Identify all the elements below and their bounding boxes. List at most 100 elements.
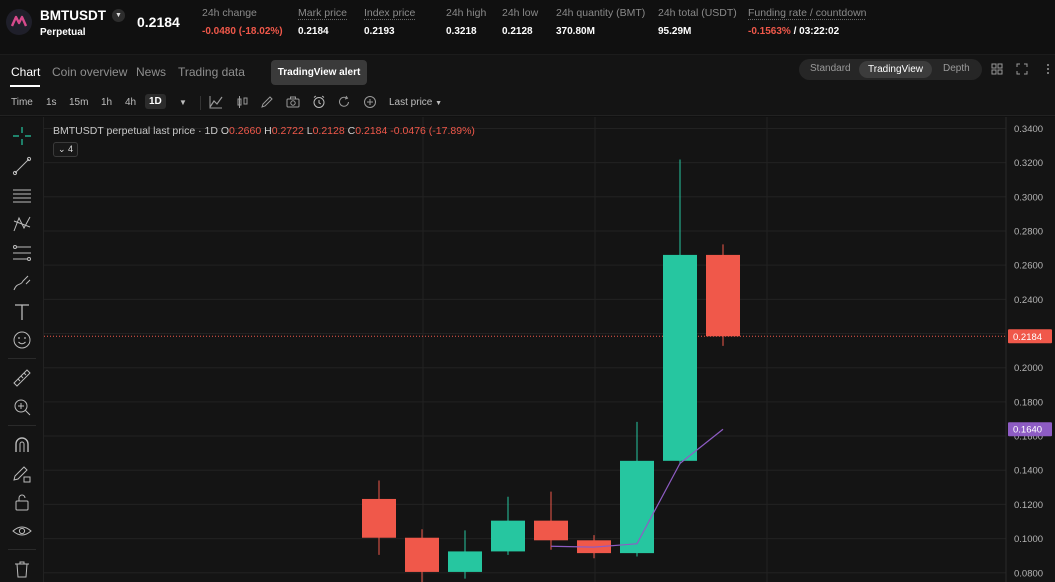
tools-divider (8, 425, 36, 426)
layout-grid-icon[interactable] (991, 63, 1003, 75)
candle-body (620, 460, 654, 554)
stat-label[interactable]: Index price (364, 7, 415, 19)
fullscreen-icon[interactable] (1016, 63, 1028, 75)
text-tool-icon[interactable] (11, 301, 33, 323)
indicator-count: 4 (68, 144, 74, 154)
active-tab-indicator (10, 85, 40, 87)
interval-1h[interactable]: 1h (101, 97, 112, 108)
stat-1: Mark price 0.2184 (298, 7, 347, 37)
view-mode-tradingview[interactable]: TradingView (859, 61, 933, 78)
stat-3: 24h high 0.3218 (446, 7, 486, 37)
trend-line-icon[interactable] (11, 155, 33, 177)
indicator-collapse-button[interactable]: ⌄ 4 (53, 142, 78, 157)
stat-label: 24h low (502, 7, 539, 19)
indicators-icon[interactable] (209, 95, 223, 109)
stat-value: 0.2184 (298, 26, 329, 37)
legend-low: 0.2128 (312, 125, 345, 137)
candlestick-chart[interactable]: 0.34000.32000.30000.28000.26000.24000.22… (44, 117, 1055, 582)
stat-6: 24h total (USDT) 95.29M (658, 7, 737, 37)
coin-logo-icon (6, 9, 32, 35)
tab-chart[interactable]: Chart (11, 65, 40, 79)
legend-title: BMTUSDT perpetual last price · 1D (53, 125, 218, 137)
view-mode-standard[interactable]: Standard (810, 63, 851, 74)
tab-news[interactable]: News (136, 65, 166, 79)
horizontal-lines-icon[interactable] (11, 184, 33, 206)
candle-body (491, 520, 525, 552)
ma-price-tag: 0.1640 (1013, 425, 1042, 436)
stat-5: 24h quantity (BMT) 370.80M (556, 7, 645, 37)
legend-close: 0.2184 (355, 125, 388, 137)
brush-icon[interactable] (11, 272, 33, 294)
y-tick-label: 0.2600 (1014, 261, 1043, 272)
stat-label: 24h high (446, 7, 487, 19)
more-options-icon[interactable] (1043, 63, 1053, 75)
funding-rate-label[interactable]: Funding rate / countdown (748, 7, 867, 19)
stat-value: 0.2193 (364, 26, 395, 37)
interval-4h[interactable]: 4h (125, 97, 136, 108)
candle-body (448, 551, 482, 572)
stat-value: -0.0480 (-18.02%) (202, 26, 283, 37)
y-tick-label: 0.1200 (1014, 500, 1043, 511)
candle-body (534, 520, 568, 541)
emoji-icon[interactable] (11, 329, 33, 351)
eye-icon[interactable] (11, 520, 33, 542)
price-type-select[interactable]: Last price ▼ (389, 97, 442, 108)
contract-type: Perpetual (40, 27, 86, 38)
stat-2: Index price 0.2193 (364, 7, 415, 37)
stat-value: 370.80M (556, 26, 595, 37)
legend-open-label: O (220, 125, 230, 137)
interval-15m[interactable]: 15m (69, 97, 88, 108)
stat-value: 95.29M (658, 26, 692, 37)
interval-1s[interactable]: 1s (46, 97, 57, 108)
y-tick-label: 0.0800 (1014, 568, 1043, 579)
fibonacci-icon[interactable] (11, 242, 33, 264)
chevron-down-icon: ⌄ (57, 144, 66, 154)
funding-rate-stat: Funding rate / countdown -0.1563% / 03:2… (748, 7, 867, 37)
price-type-label: Last price (389, 97, 433, 108)
tab-trading-data[interactable]: Trading data (178, 65, 245, 79)
tab-coin-overview[interactable]: Coin overview (52, 65, 127, 79)
candle-body (362, 498, 396, 538)
y-tick-label: 0.2000 (1014, 363, 1043, 374)
y-tick-label: 0.1800 (1014, 397, 1043, 408)
stat-label[interactable]: Mark price (298, 7, 347, 19)
crosshair-icon[interactable] (11, 125, 33, 147)
funding-countdown: / 03:22:02 (793, 26, 840, 37)
draw-pencil-icon[interactable] (260, 95, 274, 109)
pattern-tool-icon[interactable] (11, 213, 33, 235)
screenshot-camera-icon[interactable] (286, 95, 300, 109)
candle-type-icon[interactable] (235, 95, 249, 109)
price-chart[interactable]: 0.34000.32000.30000.28000.26000.24000.22… (44, 117, 1055, 582)
magnet-icon[interactable] (11, 434, 33, 456)
toolbar-divider (200, 96, 201, 110)
replay-icon[interactable] (337, 95, 351, 109)
trash-icon[interactable] (11, 558, 33, 580)
drawing-tools-sidebar (0, 117, 44, 582)
legend-high: 0.2722 (271, 125, 304, 137)
y-tick-label: 0.2800 (1014, 226, 1043, 237)
alert-clock-icon[interactable] (312, 95, 326, 109)
view-mode-depth[interactable]: Depth (943, 63, 970, 74)
time-label: Time (11, 97, 33, 108)
y-tick-label: 0.1000 (1014, 534, 1043, 545)
legend-open: 0.2660 (229, 125, 262, 137)
interval-1d[interactable]: 1D (145, 94, 166, 109)
zoom-in-icon[interactable] (11, 396, 33, 418)
interval-dropdown-icon[interactable]: ▼ (179, 98, 187, 107)
view-mode-switch: Standard TradingView Depth (799, 59, 982, 80)
symbol-name[interactable]: BMTUSDT (40, 8, 106, 23)
draw-lock-pencil-icon[interactable] (11, 463, 33, 485)
add-compare-icon[interactable] (363, 95, 377, 109)
lock-icon[interactable] (11, 491, 33, 513)
stat-value: 0.3218 (446, 26, 477, 37)
ticker-bar: BMTUSDT ▼ Perpetual 0.2184 24h change -0.… (0, 0, 1055, 46)
y-tick-label: 0.3000 (1014, 192, 1043, 203)
ruler-icon[interactable] (11, 367, 33, 389)
symbol-dropdown-icon[interactable]: ▼ (112, 9, 125, 22)
candle-body (706, 254, 740, 337)
tradingview-alert-tooltip: TradingView alert (271, 60, 367, 85)
stat-0: 24h change -0.0480 (-18.02%) (202, 7, 283, 37)
chart-toolbar: Time 1s 15m 1h 4h 1D ▼ Last price ▼ (0, 90, 1055, 116)
chart-legend: BMTUSDT perpetual last price · 1D O0.266… (53, 125, 475, 137)
candle-body (663, 254, 697, 461)
